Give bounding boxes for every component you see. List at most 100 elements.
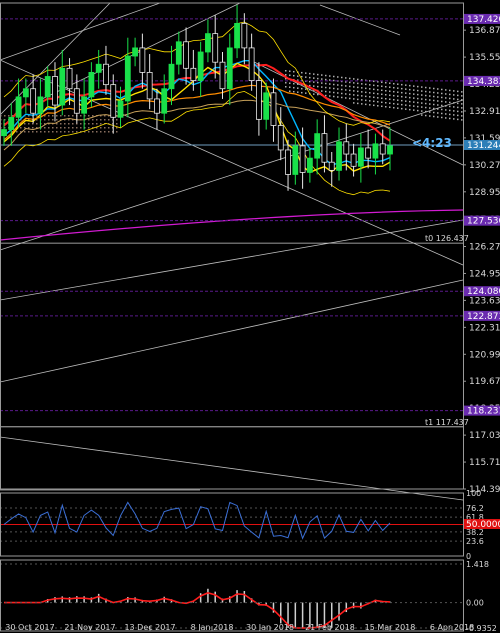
cloud-dot bbox=[441, 92, 443, 95]
cloud-dot bbox=[337, 96, 339, 98]
candle-body bbox=[117, 100, 124, 118]
cloud-dot bbox=[393, 94, 395, 97]
cloud-dot bbox=[389, 102, 391, 104]
cloud-dot bbox=[337, 84, 339, 86]
cloud-dot bbox=[405, 100, 407, 102]
cloud-dot bbox=[289, 74, 291, 76]
cloud-dot bbox=[405, 88, 407, 90]
cloud-dot bbox=[421, 86, 423, 88]
cloud-dot bbox=[369, 104, 371, 106]
cloud-dot bbox=[429, 95, 431, 97]
cloud-dot bbox=[445, 117, 447, 119]
cloud-dot bbox=[365, 83, 367, 86]
cloud-dot bbox=[44, 127, 46, 129]
cloud-dot bbox=[357, 78, 359, 81]
candle-body bbox=[379, 143, 386, 155]
candle-body bbox=[306, 157, 313, 173]
cloud-dot bbox=[421, 114, 423, 116]
cloud-dot bbox=[429, 107, 431, 109]
cloud-dot bbox=[329, 91, 331, 93]
candle-body bbox=[226, 47, 233, 90]
cloud-dot bbox=[333, 83, 335, 86]
cloud-dot bbox=[413, 105, 415, 107]
cloud-dot bbox=[389, 86, 391, 88]
cloud-dot bbox=[397, 83, 399, 85]
rsi-ref-label: 50.0000 bbox=[466, 520, 500, 530]
price-tick-label: 130.270 bbox=[469, 161, 500, 171]
cloud-dot bbox=[333, 87, 335, 90]
cloud-dot bbox=[421, 110, 423, 112]
cloud-dot bbox=[401, 107, 403, 110]
cloud-dot bbox=[72, 131, 74, 133]
cloud-dot bbox=[96, 119, 98, 121]
cloud-dot bbox=[425, 90, 427, 93]
cloud-dot bbox=[449, 89, 451, 92]
cloud-dot bbox=[445, 113, 447, 115]
cloud-dot bbox=[437, 92, 439, 94]
cloud-dot bbox=[116, 123, 118, 125]
cloud-dot bbox=[92, 119, 94, 121]
cloud-dot bbox=[289, 70, 291, 72]
cloud-dot bbox=[48, 115, 50, 117]
cloud-dot bbox=[361, 87, 363, 89]
cloud-dot bbox=[369, 100, 371, 102]
cloud-dot bbox=[333, 95, 335, 98]
cloud-dot bbox=[325, 74, 327, 77]
candle-body bbox=[299, 145, 306, 173]
cloud-dot bbox=[40, 131, 42, 133]
cloud-dot bbox=[52, 115, 54, 117]
cloud-dot bbox=[8, 115, 10, 117]
cloud-dot bbox=[96, 131, 98, 133]
cloud-dot bbox=[305, 76, 307, 78]
cloud-dot bbox=[92, 115, 94, 117]
cloud-dot bbox=[437, 104, 439, 106]
cloud-dot bbox=[361, 95, 363, 97]
cloud-dot bbox=[385, 102, 387, 104]
annotation-label: t0 126.437 bbox=[425, 234, 469, 243]
cloud-dot bbox=[317, 81, 319, 84]
cloud-dot bbox=[457, 118, 459, 121]
candle-body bbox=[59, 67, 66, 106]
cloud-dot bbox=[72, 127, 74, 129]
cloud-dot bbox=[349, 93, 351, 96]
cloud-dot bbox=[445, 93, 447, 95]
cloud-dot bbox=[417, 93, 419, 96]
cloud-dot bbox=[80, 123, 82, 125]
cloud-dot bbox=[449, 113, 451, 116]
cloud-dot bbox=[389, 94, 391, 96]
cloud-dot bbox=[377, 85, 379, 87]
candle-body bbox=[52, 76, 58, 106]
cloud-dot bbox=[433, 87, 435, 90]
candle-body bbox=[8, 116, 15, 130]
cloud-dot bbox=[429, 91, 431, 93]
candle-body bbox=[81, 96, 88, 114]
cloud-dot bbox=[445, 101, 447, 103]
level-tag-label: 127.536 bbox=[467, 217, 500, 227]
cloud-dot bbox=[345, 93, 347, 95]
cloud-dot bbox=[441, 116, 443, 119]
cloud-dot bbox=[301, 75, 303, 78]
cloud-dot bbox=[385, 94, 387, 96]
cloud-dot bbox=[461, 91, 463, 93]
cloud-dot bbox=[381, 85, 383, 88]
cloud-dot bbox=[325, 94, 327, 97]
cloud-dot bbox=[301, 71, 303, 74]
cloud-dot bbox=[389, 90, 391, 92]
cloud-dot bbox=[381, 81, 383, 84]
cloud-dot bbox=[397, 107, 399, 109]
cloud-dot bbox=[28, 123, 30, 125]
cloud-dot bbox=[413, 109, 415, 111]
cloud-dot bbox=[337, 76, 339, 78]
price-tick-label: 124.950 bbox=[469, 269, 500, 279]
cloud-dot bbox=[321, 78, 323, 80]
cloud-dot bbox=[313, 93, 315, 95]
cloud-dot bbox=[325, 78, 327, 81]
cloud-dot bbox=[401, 83, 403, 86]
cloud-dot bbox=[333, 75, 335, 78]
cloud-dot bbox=[56, 119, 58, 121]
cloud-dot bbox=[88, 127, 90, 129]
cloud-dot bbox=[317, 73, 319, 76]
cloud-dot bbox=[345, 77, 347, 79]
cloud-dot bbox=[108, 131, 110, 133]
candle-body bbox=[183, 41, 189, 69]
